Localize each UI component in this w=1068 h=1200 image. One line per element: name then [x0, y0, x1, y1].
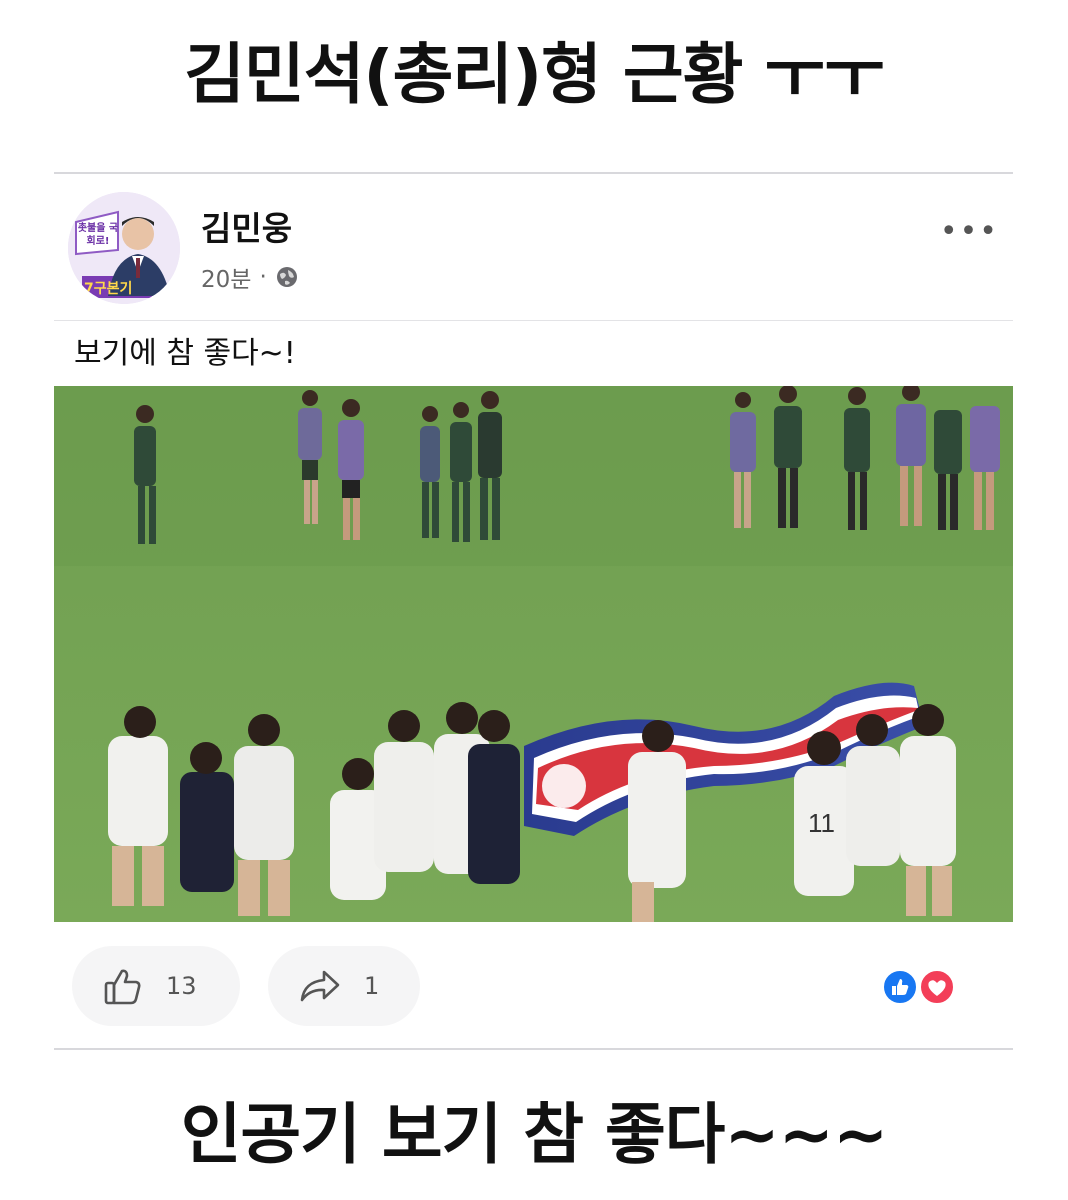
like-button[interactable]: 13: [72, 946, 240, 1026]
globe-icon: [275, 265, 299, 289]
more-options-icon[interactable]: •••: [940, 214, 999, 249]
share-arrow-icon: [298, 966, 342, 1006]
share-button[interactable]: 1: [268, 946, 420, 1026]
post-text: 보기에 참 좋다~!: [74, 336, 296, 371]
top-caption: 김민석(총리)형 근황 ㅜㅜ: [184, 36, 884, 113]
like-reaction-icon: [882, 969, 918, 1005]
post-video-frame[interactable]: 11: [54, 386, 1013, 922]
thumbs-up-icon: [102, 965, 144, 1007]
bottom-caption: 인공기 보기 참 좋다~~~: [180, 1096, 889, 1173]
post-meta: 20분 ·: [201, 260, 299, 294]
header-divider: [54, 320, 1013, 321]
facebook-post-card: 촛불을 국회로! 7구본기 김민웅 20분 · ••• 보기에 참 좋다~! 1…: [54, 172, 1013, 1050]
post-time[interactable]: 20분: [201, 260, 251, 294]
like-count: 13: [166, 972, 197, 1000]
love-reaction-icon: [919, 969, 955, 1005]
avatar-banner-bottom: 7구본기: [84, 281, 133, 297]
avatar-banner-top: 촛불을 국회로!: [77, 223, 119, 247]
author-avatar[interactable]: 촛불을 국회로! 7구본기: [68, 192, 180, 304]
share-count: 1: [364, 972, 380, 1000]
meta-separator: ·: [259, 264, 267, 290]
svg-text:11: 11: [808, 808, 835, 838]
post-author-name[interactable]: 김민웅: [201, 202, 292, 250]
reaction-summary[interactable]: [881, 968, 961, 1006]
